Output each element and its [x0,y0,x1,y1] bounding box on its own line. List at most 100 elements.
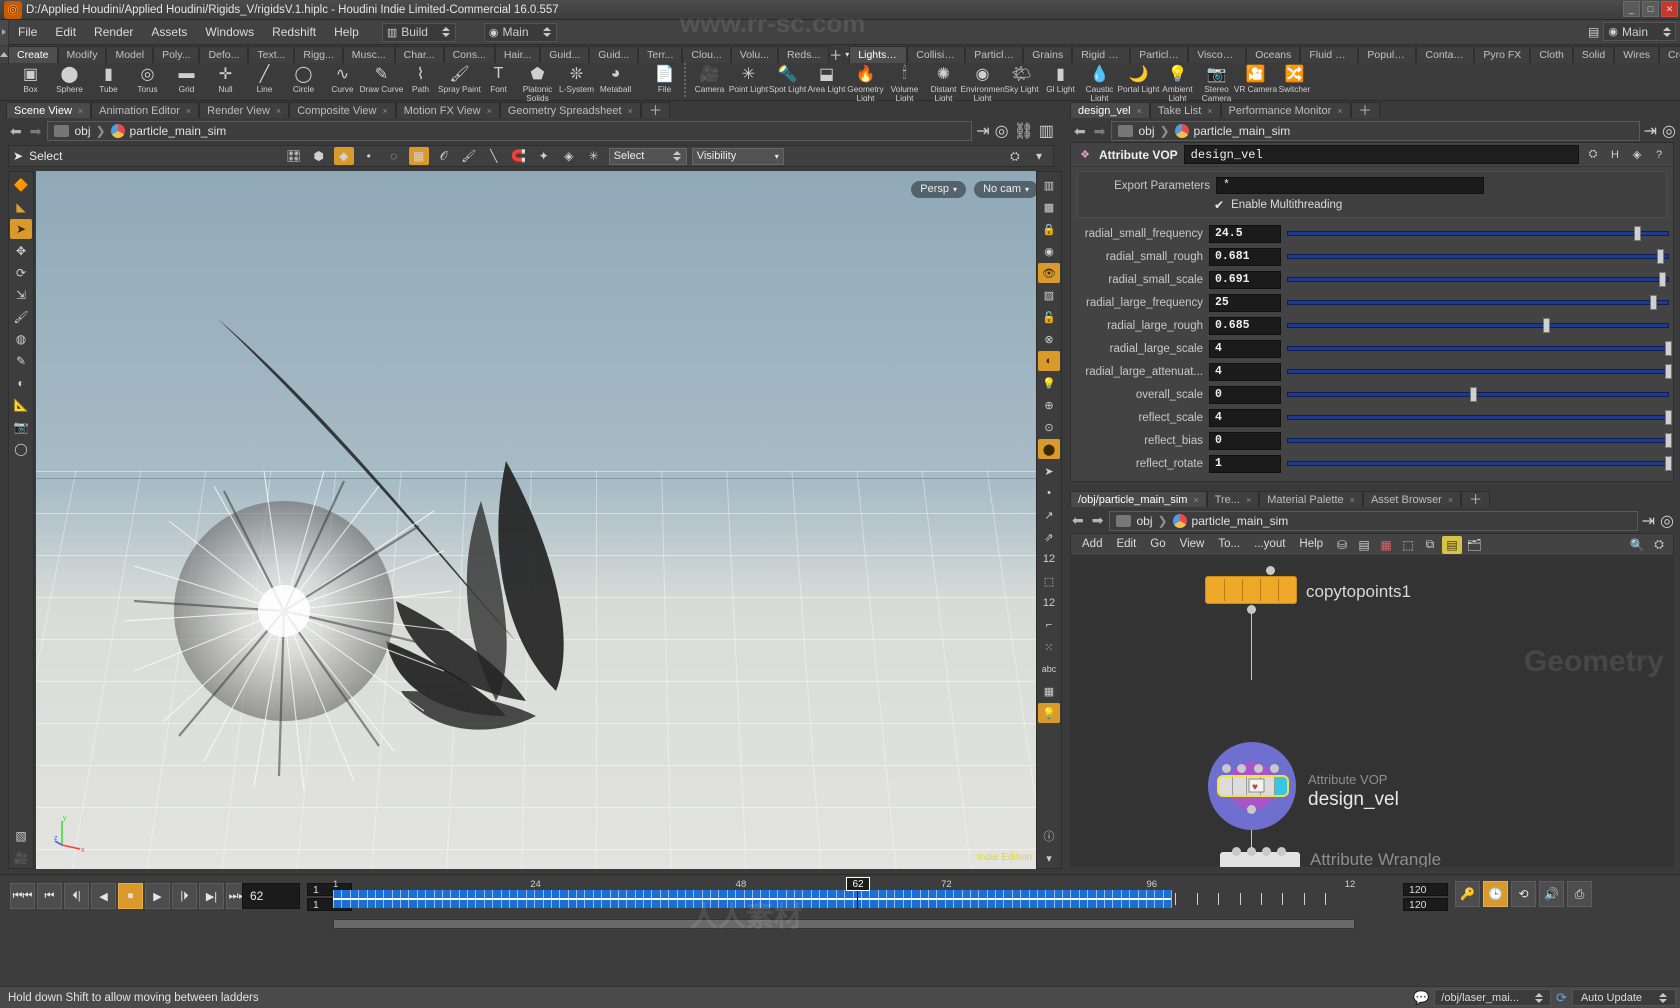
link-icon[interactable]: ⛓ [1014,121,1034,141]
desktop-selector[interactable]: ◉ Main [483,22,557,42]
parameter-slider-knob-10[interactable] [1665,456,1672,471]
viewport-menu-icon[interactable]: ▾ [1029,147,1049,165]
shelf-right-tool-1[interactable]: ✳ Point Light [729,63,768,103]
pick-icon[interactable]: ➤ [1038,461,1060,481]
scene-tab-close-icon-4[interactable]: × [487,103,492,119]
net-breadcrumb-node[interactable]: particle_main_sim [1192,514,1289,528]
menu-render[interactable]: Render [85,20,142,45]
net-breadcrumb-obj[interactable]: obj [1136,514,1152,528]
sculpt-tool-icon[interactable]: ◐ [10,373,32,393]
vectors-icon[interactable]: ⇗ [1038,527,1060,547]
parameter-slider-knob-9[interactable] [1665,433,1672,448]
visibility-eye-icon[interactable]: 👁 [1038,263,1060,283]
net-menu-help[interactable]: Help [1292,534,1330,555]
back-arrow-icon[interactable]: ⬅ [8,123,24,140]
viewport-3d[interactable]: Persp ▾ No cam ▾ Indie Edition z y x [36,171,1046,869]
net-menu-tools[interactable]: To... [1211,534,1247,555]
scene-tab-3[interactable]: Composite View × [289,102,396,118]
camera-tool-icon[interactable]: 🎥 [10,848,32,868]
parameter-value-8[interactable]: 4 [1209,408,1281,427]
shelf-right-tool-10[interactable]: 💧 Caustic Light [1080,63,1119,103]
parameter-slider-knob-0[interactable] [1634,226,1642,241]
shelf-right-tool-15[interactable]: 🔀 Switcher [1275,63,1314,103]
shelf-right-tool-9[interactable]: ▮ Gl Light [1041,63,1080,103]
status-path-field[interactable]: /obj/laser_mai... [1434,989,1551,1006]
parameter-value-3[interactable]: 25 [1209,293,1281,312]
add-camera-icon[interactable]: ⊙ [1038,417,1060,437]
minimize-button[interactable]: _ [1623,1,1640,17]
parameter-slider-knob-6[interactable] [1665,364,1672,379]
parameter-value-2[interactable]: 0.691 [1209,270,1281,289]
parameter-slider-knob-7[interactable] [1470,387,1478,402]
net-menu-view[interactable]: View [1173,534,1212,555]
breadcrumb-node[interactable]: particle_main_sim [130,124,227,138]
line-select-icon[interactable]: ╲ [484,147,504,165]
shelf-tool-8[interactable]: ∿ Curve [323,63,362,103]
net-shapes-icon[interactable]: ⬚ [1398,536,1418,554]
select-combo-spinner-icon[interactable] [673,150,682,162]
soft-tool-icon[interactable]: ◍ [10,329,32,349]
display-options-icon[interactable]: ▥ [1038,175,1060,195]
net-target-icon[interactable]: ◎ [1660,511,1674,531]
add-light-icon[interactable]: ⊕ [1038,395,1060,415]
layout-icon[interactable]: ▥ [1039,121,1054,141]
clock-icon[interactable]: 🕒 [1483,881,1508,907]
parameter-slider-knob-1[interactable] [1657,249,1665,264]
net-tab-0[interactable]: /obj/particle_main_sim × [1070,491,1207,507]
menu-file[interactable]: File [9,20,46,45]
transport-button-5[interactable]: ▶ [145,883,170,909]
shelf-tab-10[interactable]: Hair... [494,46,541,63]
key-icon[interactable]: 🔑 [1455,881,1480,907]
shelf-tool-4[interactable]: ▬ Grid [167,63,206,103]
shelf-right-tool-8[interactable]: 🌤 Sky Light [1002,63,1041,103]
parameter-value-1[interactable]: 0.681 [1209,247,1281,266]
shelf-right-tab-14[interactable]: Wires [1614,46,1660,63]
network-canvas[interactable]: Geometry copytopoints1 ♥ Attribute VOP d… [1070,557,1674,867]
brush-select-icon[interactable]: 🖌 [459,147,479,165]
export-parameters-field[interactable]: * [1216,177,1484,194]
net-menu-go[interactable]: Go [1143,534,1172,555]
shelf-tool-3[interactable]: ◎ Torus [128,63,167,103]
shelf-tool-14[interactable]: ❊ L-System [557,63,596,103]
layer-tool-icon[interactable]: ▧ [10,826,32,846]
scene-tab-close-icon-5[interactable]: × [628,103,633,119]
net-tab-close-icon-1[interactable]: × [1246,492,1251,508]
loop-icon[interactable]: ⟲ [1511,881,1536,907]
refresh-icon[interactable]: ⟳ [1556,990,1567,1006]
shelf-right-tool-3[interactable]: ⬓ Area Light [807,63,846,103]
handle-tool-icon[interactable]: ➤ [10,219,32,239]
build-selector[interactable]: ▥ Build [381,22,456,42]
parameter-slider-knob-5[interactable] [1665,341,1672,356]
net-menu-layout[interactable]: ...yout [1247,534,1292,555]
menu-windows[interactable]: Windows [196,20,263,45]
scene-tab-1[interactable]: Animation Editor × [91,102,200,118]
transport-button-2[interactable]: ⏴| [64,883,89,909]
gear-icon[interactable]: ⛭ [1585,147,1601,163]
shelf-right-tool-13[interactable]: 📷 Stereo Camera [1197,63,1236,103]
net-group-icon[interactable]: 🗂 [1464,536,1484,554]
scene-tab-close-icon-2[interactable]: × [276,103,281,119]
node-copytopoints1[interactable] [1205,576,1297,604]
wrangle-input-dot-4[interactable] [1277,847,1286,856]
shelf-tab-4[interactable]: Defo... [199,46,249,63]
shelf-right-tool-14[interactable]: 🎦 VR Camera [1234,63,1277,103]
shelf-tool-10[interactable]: ⌇ Path [401,63,440,103]
transport-button-7[interactable]: ▶| [199,883,224,909]
parameter-value-4[interactable]: 0.685 [1209,316,1281,335]
export-icon[interactable]: ⎙ [1567,881,1592,907]
parameter-value-6[interactable]: 4 [1209,362,1281,381]
net-tab-close-icon-2[interactable]: × [1350,492,1355,508]
measure-tool-icon[interactable]: 📐 [10,395,32,415]
shelf-tab-9[interactable]: Cons... [443,46,495,63]
shelf-tool-15[interactable]: ◕ Metaball [596,63,635,103]
parameter-slider-8[interactable] [1287,409,1672,427]
parameter-slider-6[interactable] [1287,363,1672,381]
chevron-down-icon-cam[interactable]: ▾ [1025,181,1029,198]
parm-tab-add[interactable]: ＋ [1350,102,1380,118]
shelf-tool-11[interactable]: 🖌 Spray Paint [438,63,481,103]
vop-input-dot-1[interactable] [1222,764,1231,773]
shelf-right-tab-13[interactable]: Solid [1572,46,1615,63]
panel-layout-icon[interactable]: ▤ [1588,25,1599,39]
keyframe-icon[interactable]: ◈ [1629,147,1645,163]
diamond-snap-icon[interactable]: ◈ [559,147,579,165]
